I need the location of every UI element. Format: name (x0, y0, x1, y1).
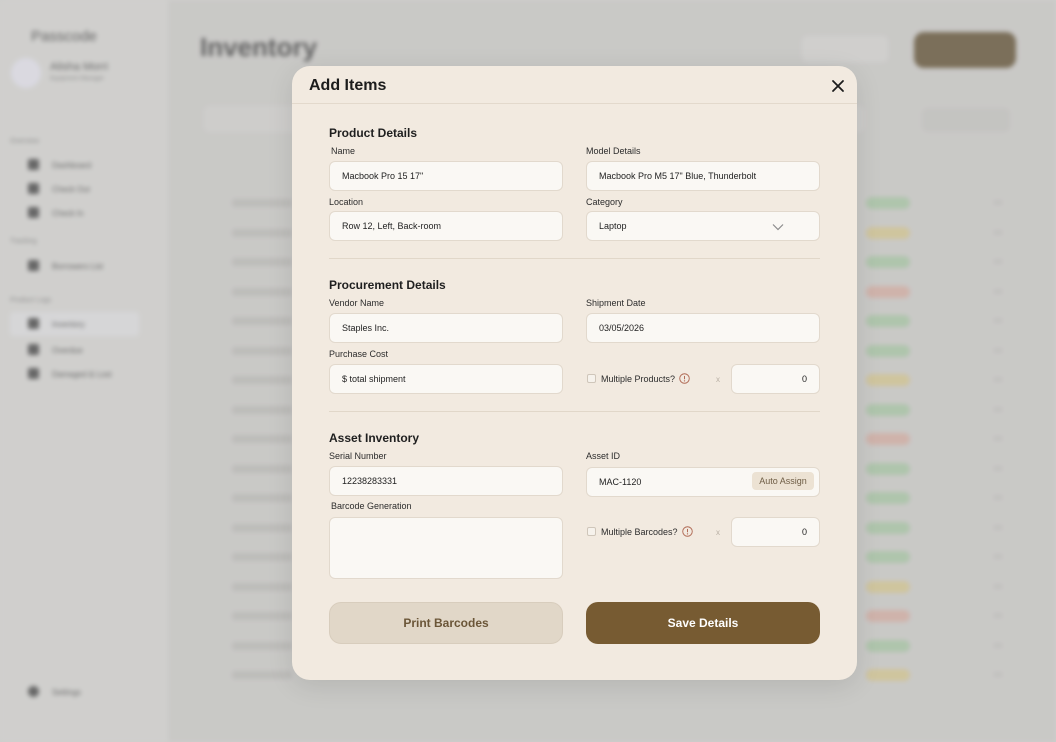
section-divider (329, 411, 820, 412)
multiple-barcodes-option: Multiple Barcodes? (587, 526, 693, 537)
multiple-products-checkbox[interactable] (587, 374, 596, 383)
times-symbol: x (716, 375, 720, 384)
location-input[interactable] (329, 211, 563, 241)
barcodes-quantity-input[interactable] (731, 517, 820, 547)
shipment-date-label: Shipment Date (586, 298, 646, 308)
add-items-modal: Add Items Product Details Name Model Det… (292, 66, 857, 680)
location-label: Location (329, 197, 364, 207)
multiple-barcodes-checkbox[interactable] (587, 527, 596, 536)
auto-assign-button[interactable]: Auto Assign (752, 472, 814, 490)
header-divider (292, 103, 857, 104)
category-label: Category (586, 197, 623, 207)
section-product-details: Product Details (329, 126, 418, 140)
name-input[interactable] (329, 161, 563, 191)
info-icon[interactable] (679, 373, 690, 384)
name-label: Name (331, 146, 356, 156)
barcode-generation-label: Barcode Generation (331, 501, 412, 511)
multiple-barcodes-label: Multiple Barcodes? (601, 526, 678, 537)
save-details-button[interactable]: Save Details (586, 602, 820, 644)
multiple-products-option: Multiple Products? (587, 373, 690, 384)
asset-id-label: Asset ID (586, 451, 621, 461)
shipment-date-input[interactable] (586, 313, 820, 343)
times-symbol: x (716, 528, 720, 537)
section-asset-inventory: Asset Inventory (329, 431, 420, 445)
multiple-products-label: Multiple Products? (601, 373, 676, 384)
barcode-generation-input[interactable] (329, 517, 563, 579)
section-procurement-details: Procurement Details (329, 278, 446, 292)
category-select[interactable]: Laptop (586, 211, 820, 241)
modal-title: Add Items (309, 77, 387, 94)
serial-number-label: Serial Number (329, 451, 387, 461)
model-details-input[interactable] (586, 161, 820, 191)
model-details-label: Model Details (586, 146, 641, 156)
purchase-cost-label: Purchase Cost (329, 349, 389, 359)
vendor-name-input[interactable] (329, 313, 563, 343)
category-selected-value: Laptop (599, 221, 627, 231)
section-divider (329, 258, 820, 259)
chevron-down-icon (772, 224, 784, 231)
close-button[interactable] (828, 76, 848, 96)
serial-number-input[interactable] (329, 466, 563, 496)
purchase-cost-input[interactable] (329, 364, 563, 394)
vendor-name-label: Vendor Name (329, 298, 385, 308)
print-barcodes-button[interactable]: Print Barcodes (329, 602, 563, 644)
products-quantity-input[interactable] (731, 364, 820, 394)
info-icon[interactable] (681, 526, 693, 537)
close-icon (832, 80, 844, 92)
